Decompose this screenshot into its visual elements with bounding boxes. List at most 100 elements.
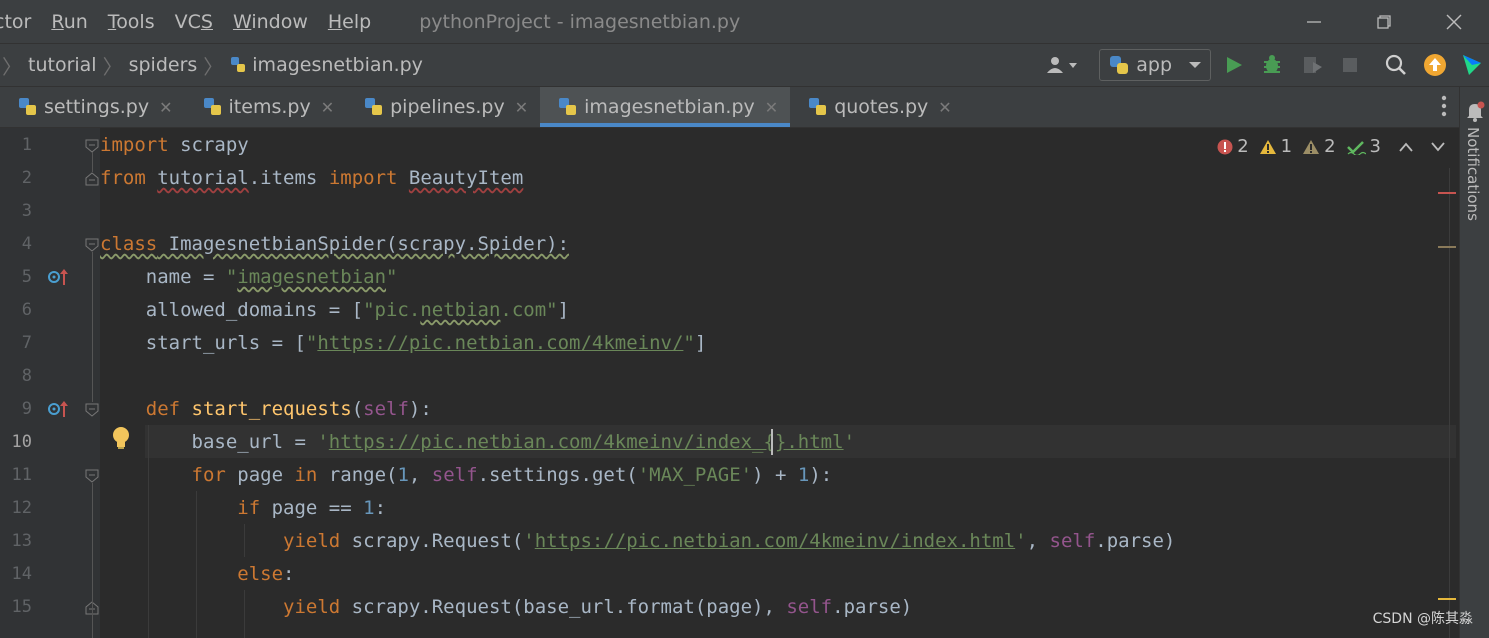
weak-warnings-count-value: 2 [1324,136,1336,157]
chevron-up-icon [1399,142,1413,152]
menu-run-rest: un [63,10,88,33]
menu-run[interactable]: Run [51,11,87,33]
fold-icon[interactable] [85,172,99,186]
stop-button[interactable] [1341,56,1359,74]
line-number: 12 [11,498,32,518]
close-tab-icon[interactable]: ✕ [515,98,528,117]
tab-imagesnetbian[interactable]: imagesnetbian.py ✕ [540,87,791,127]
run-configuration-selector[interactable]: app [1099,49,1211,81]
gutter-fold-line [92,483,93,638]
code-line-13: yield scrapy.Request('https://pic.netbia… [283,530,1176,552]
menu-help-mnemonic: H [327,10,343,33]
right-tool-strip: Notifications [1459,87,1489,638]
close-tab-icon[interactable]: ✕ [765,98,778,117]
menu-help[interactable]: Help [328,11,371,33]
minimize-button[interactable] [1279,0,1349,43]
breadcrumb-separator: 〉 [2,54,22,79]
inspections-widget[interactable]: 2 1 2 3 [1207,136,1445,157]
code-line-2: from tutorial.items import BeautyItem [100,167,524,189]
notifications-tool-button[interactable]: Notifications [1464,127,1482,221]
line-number: 3 [21,201,32,221]
gutter-fold-line [92,252,93,402]
run-button[interactable] [1225,55,1243,75]
menu-tools[interactable]: Tools [108,11,155,33]
code-line-5: name = "imagesnetbian" [100,266,398,288]
tab-label: imagesnetbian.py [584,96,755,118]
warning-stripe-mark[interactable] [1438,598,1456,600]
restore-button[interactable] [1349,0,1419,43]
close-tab-icon[interactable]: ✕ [159,98,172,117]
menu-vcs-mnemonic: S [200,10,213,33]
user-icon [1047,57,1078,73]
breadcrumb-item-spiders[interactable]: spiders [129,54,198,76]
debug-button[interactable] [1261,54,1283,76]
breadcrumb-item-file[interactable]: imagesnetbian.py [252,54,423,76]
fold-icon[interactable] [85,238,99,252]
errors-count[interactable]: 2 [1217,136,1249,157]
jetbrains-toolbox-button[interactable] [1461,53,1483,77]
code-editor[interactable]: 1 2 3 4 5 6 7 8 9 10 11 12 13 14 15 impo… [0,128,1459,638]
previous-problem-button[interactable] [1399,142,1413,152]
menu-vcs[interactable]: VCS [175,11,213,33]
watermark: CSDN @陈其淼 [1372,611,1473,627]
weak-warnings-count[interactable]: 2 [1302,136,1336,157]
fold-icon[interactable] [85,403,99,417]
typo-check-icon [1346,140,1366,155]
tab-quotes[interactable]: quotes.py ✕ [790,87,964,127]
warnings-count[interactable]: 1 [1259,136,1292,157]
editor-scrollbar[interactable] [1438,128,1459,638]
vcs-user-button[interactable] [1045,55,1078,75]
close-tab-icon[interactable]: ✕ [938,98,951,117]
override-marker-icon[interactable] [48,400,70,418]
coverage-button[interactable] [1301,54,1323,76]
line-number: 15 [11,597,32,617]
tab-pipelines[interactable]: pipelines.py ✕ [346,87,540,127]
code-line-1: import scrapy [100,134,249,156]
override-marker-icon[interactable] [48,268,70,286]
breadcrumb-separator: 〉 [102,54,123,79]
code-line-7: start_urls = ["https://pic.netbian.com/4… [100,332,707,354]
tab-actions-button[interactable] [1441,95,1447,121]
line-number: 1 [21,135,32,155]
breadcrumb-item-tutorial[interactable]: tutorial [28,54,97,76]
close-tab-icon[interactable]: ✕ [321,98,334,117]
warning-icon [1259,139,1276,154]
chevron-down-icon [1189,62,1201,68]
updates-button[interactable] [1423,53,1447,77]
fold-icon[interactable] [85,139,99,153]
search-icon [1385,54,1406,75]
tab-label: pipelines.py [390,96,505,118]
error-icon [1217,139,1233,154]
close-window-button[interactable] [1419,0,1489,43]
error-stripe-mark[interactable] [1438,192,1456,194]
coverage-icon [1304,57,1322,73]
line-number: 11 [11,465,32,485]
python-file-icon [19,98,36,115]
line-number: 7 [21,333,32,353]
tab-label: items.py [228,96,311,118]
typos-count[interactable]: 3 [1346,136,1381,157]
text-caret [771,429,773,455]
navigation-bar: 〉 tutorial 〉 spiders 〉 imagesnetbian.py … [0,43,1489,87]
python-file-icon [229,56,247,74]
line-number: 6 [21,300,32,320]
update-icon [1424,54,1446,76]
bug-icon [1264,55,1280,73]
tab-settings[interactable]: settings.py ✕ [0,87,185,127]
python-file-icon [203,98,221,115]
menu-window[interactable]: Window [233,11,308,33]
line-number: 2 [21,168,32,188]
breadcrumb: 〉 tutorial 〉 spiders 〉 imagesnetbian.py [0,51,423,80]
menu-refactor[interactable]: ctor [0,11,31,33]
tab-label: settings.py [44,96,150,118]
fold-icon[interactable] [85,469,99,483]
breadcrumb-separator: 〉 [203,54,224,79]
search-everywhere-button[interactable] [1385,54,1407,76]
tab-label: quotes.py [834,96,929,118]
notifications-bell-icon[interactable] [1465,101,1485,123]
tab-items[interactable]: items.py ✕ [185,87,347,127]
toolbox-icon [1463,55,1481,75]
main-toolbar: app [1045,44,1489,86]
warning-stripe-mark[interactable] [1438,246,1456,248]
code-line-12: if page == 1: [237,497,387,519]
